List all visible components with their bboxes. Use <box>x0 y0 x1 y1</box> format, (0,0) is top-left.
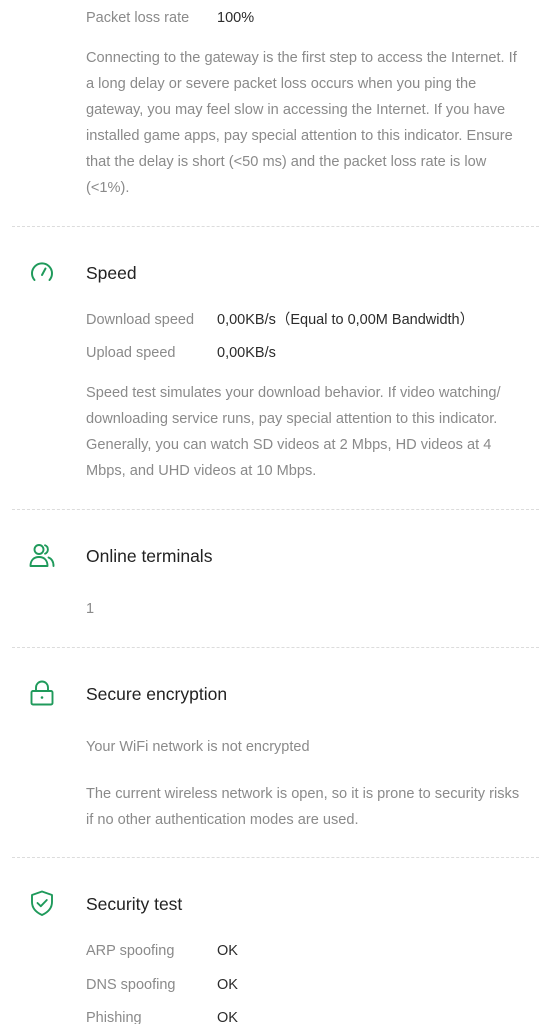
encryption-description: The current wireless network is open, so… <box>86 786 520 828</box>
speed-title: Speed <box>86 263 137 283</box>
arp-spoofing-value: OK <box>217 943 238 959</box>
network-diagnosis-page: Packet loss rate 100% Connecting to the … <box>0 0 551 1024</box>
dns-spoofing-label: DNS spoofing <box>86 977 176 993</box>
speedometer-icon <box>28 258 56 286</box>
online-terminals-title: Online terminals <box>86 546 213 566</box>
download-speed-row: Download speed 0,00KB/s（Equal to 0,00M B… <box>86 311 474 329</box>
security-row-arp: ARP spoofing OK <box>86 942 238 960</box>
users-icon <box>28 541 56 569</box>
download-speed-label: Download speed <box>86 312 195 328</box>
packet-loss-label: Packet loss rate <box>86 10 190 26</box>
encryption-status: Your WiFi network is not encrypted <box>86 739 310 755</box>
speed-description: Speed test simulates your download behav… <box>86 385 501 479</box>
security-row-dns: DNS spoofing OK <box>86 976 238 994</box>
dns-spoofing-value: OK <box>217 977 238 993</box>
phishing-label: Phishing <box>86 1010 142 1024</box>
phishing-value: OK <box>217 1010 238 1024</box>
security-row-phishing: Phishing OK <box>86 1009 238 1024</box>
terminal-count: 1 <box>86 601 95 617</box>
security-test-title: Security test <box>86 894 183 914</box>
packet-loss-value: 100% <box>217 10 255 26</box>
upload-speed-value: 0,00KB/s <box>217 345 276 361</box>
download-speed-value: 0,00KB/s（Equal to 0,00M Bandwidth） <box>217 312 475 328</box>
arp-spoofing-label: ARP spoofing <box>86 943 175 959</box>
lock-icon <box>28 679 56 707</box>
shield-check-icon <box>28 889 56 917</box>
upload-speed-label: Upload speed <box>86 345 176 361</box>
divider <box>12 509 539 510</box>
divider <box>12 857 539 858</box>
divider <box>12 647 539 648</box>
gateway-description: Connecting to the gateway is the first s… <box>86 50 517 196</box>
secure-encryption-title: Secure encryption <box>86 684 228 704</box>
divider <box>12 226 539 227</box>
upload-speed-row: Upload speed 0,00KB/s <box>86 344 276 362</box>
packet-loss-row: Packet loss rate 100% <box>86 9 254 27</box>
